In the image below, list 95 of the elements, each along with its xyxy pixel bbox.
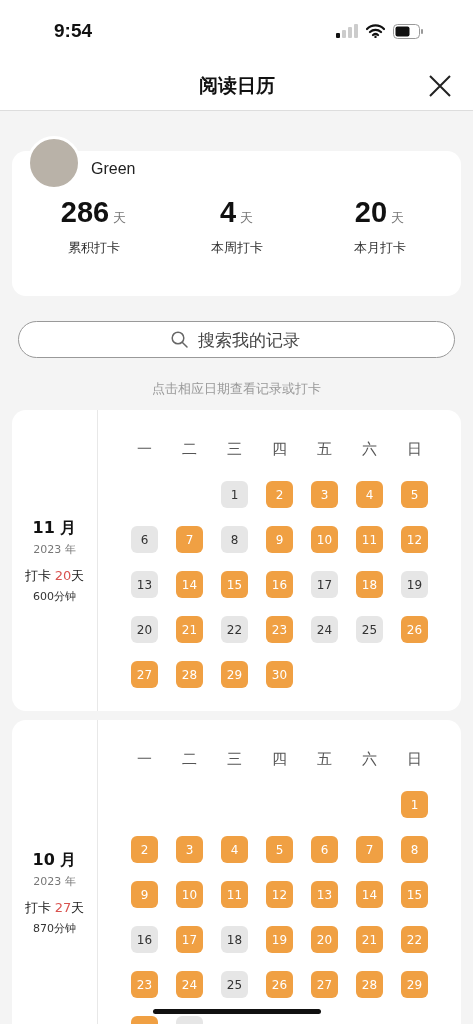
stat-unit: 天 <box>240 209 254 227</box>
weekday-label: 二 <box>181 750 198 769</box>
day-cell[interactable]: 7 <box>356 836 383 863</box>
day-cell[interactable]: 3 <box>176 836 203 863</box>
user-name: Green <box>91 160 136 178</box>
stat-unit: 天 <box>113 209 127 227</box>
day-cell[interactable]: 23 <box>266 616 293 643</box>
day-cell[interactable]: 19 <box>401 571 428 598</box>
day-cell[interactable]: 27 <box>131 661 158 688</box>
weekday-label: 六 <box>361 440 378 459</box>
day-cell[interactable]: 14 <box>176 571 203 598</box>
day-cell[interactable]: 26 <box>401 616 428 643</box>
day-cell[interactable]: 20 <box>131 616 158 643</box>
day-cell[interactable]: 3 <box>311 481 338 508</box>
day-cell[interactable]: 16 <box>266 571 293 598</box>
stat-label: 本周打卡 <box>210 239 263 257</box>
day-cell[interactable]: 25 <box>221 971 248 998</box>
day-cell[interactable]: 5 <box>401 481 428 508</box>
day-cell[interactable]: 20 <box>311 926 338 953</box>
day-cell[interactable]: 30 <box>266 661 293 688</box>
day-cell[interactable]: 5 <box>266 836 293 863</box>
day-cell[interactable]: 8 <box>221 526 248 553</box>
month-label: 10 月 <box>32 850 77 871</box>
day-cell[interactable]: 25 <box>356 616 383 643</box>
year-label: 2023 年 <box>33 541 76 557</box>
weekday-label: 一 <box>136 440 153 459</box>
day-cell[interactable]: 29 <box>221 661 248 688</box>
day-cell[interactable]: 9 <box>266 526 293 553</box>
day-cell[interactable]: 15 <box>401 881 428 908</box>
day-cell[interactable]: 4 <box>356 481 383 508</box>
weekday-label: 日 <box>406 440 423 459</box>
day-cell[interactable]: 17 <box>311 571 338 598</box>
day-cell[interactable]: 28 <box>356 971 383 998</box>
stat-value: 286 <box>60 196 110 229</box>
day-cell[interactable]: 2 <box>266 481 293 508</box>
day-cell[interactable]: 10 <box>311 526 338 553</box>
checkin-summary: 打卡 27天 <box>24 899 85 917</box>
day-cell[interactable]: 22 <box>401 926 428 953</box>
weekday-label: 三 <box>226 750 243 769</box>
weekday-label: 五 <box>316 440 333 459</box>
day-cell[interactable]: 14 <box>356 881 383 908</box>
day-cell[interactable]: 11 <box>221 881 248 908</box>
weekday-label: 四 <box>271 440 288 459</box>
weekday-label: 日 <box>406 750 423 769</box>
day-cell[interactable]: 1 <box>221 481 248 508</box>
day-cell[interactable]: 19 <box>266 926 293 953</box>
stat-value: 20 <box>354 196 388 229</box>
day-cell[interactable]: 7 <box>176 526 203 553</box>
minutes-total: 870分钟 <box>33 921 76 936</box>
search-field[interactable]: 搜索我的记录 <box>18 321 455 358</box>
weekday-label: 四 <box>271 750 288 769</box>
stat-value: 4 <box>219 196 237 229</box>
day-cell[interactable]: 27 <box>311 971 338 998</box>
day-cell[interactable]: 6 <box>311 836 338 863</box>
day-cell[interactable]: 18 <box>356 571 383 598</box>
day-cell[interactable]: 22 <box>221 616 248 643</box>
day-cell[interactable]: 29 <box>401 971 428 998</box>
minutes-total: 600分钟 <box>33 588 76 604</box>
day-cell[interactable]: 9 <box>131 881 158 908</box>
status-time: 9:54 <box>54 20 93 42</box>
stat-unit: 天 <box>391 209 405 227</box>
day-cell[interactable]: 15 <box>221 571 248 598</box>
year-label: 2023 年 <box>33 874 76 889</box>
weekday-label: 二 <box>181 440 198 459</box>
day-cell[interactable]: 24 <box>176 971 203 998</box>
day-cell[interactable]: 12 <box>401 526 428 553</box>
day-cell[interactable]: 8 <box>401 836 428 863</box>
weekday-label: 一 <box>136 750 153 769</box>
day-cell[interactable]: 6 <box>131 526 158 553</box>
day-cell[interactable]: 16 <box>131 926 158 953</box>
day-cell[interactable]: 26 <box>266 971 293 998</box>
day-cell[interactable]: 18 <box>221 926 248 953</box>
day-cell[interactable]: 2 <box>131 836 158 863</box>
day-cell[interactable]: 21 <box>176 616 203 643</box>
weekday-label: 三 <box>226 440 243 459</box>
day-cell[interactable]: 10 <box>176 881 203 908</box>
checkin-summary: 打卡 20天 <box>24 566 85 585</box>
day-cell[interactable]: 4 <box>221 836 248 863</box>
month-label: 11 月 <box>32 517 77 539</box>
day-cell[interactable]: 13 <box>131 571 158 598</box>
day-cell[interactable]: 1 <box>401 791 428 818</box>
day-cell[interactable]: 23 <box>131 971 158 998</box>
day-cell[interactable]: 24 <box>311 616 338 643</box>
page-title: 阅读日历 <box>198 73 275 98</box>
weekday-label: 六 <box>361 750 378 769</box>
day-cell[interactable]: 28 <box>176 661 203 688</box>
day-cell[interactable]: 12 <box>266 881 293 908</box>
hint-text: 点击相应日期查看记录或打卡 <box>151 380 322 398</box>
weekday-label: 五 <box>316 750 333 769</box>
stat-label: 本月打卡 <box>353 239 406 257</box>
day-cell[interactable]: 17 <box>176 926 203 953</box>
day-cell[interactable]: 21 <box>356 926 383 953</box>
day-cell[interactable]: 11 <box>356 526 383 553</box>
day-cell[interactable]: 13 <box>311 881 338 908</box>
stat-label: 累积打卡 <box>67 239 120 257</box>
